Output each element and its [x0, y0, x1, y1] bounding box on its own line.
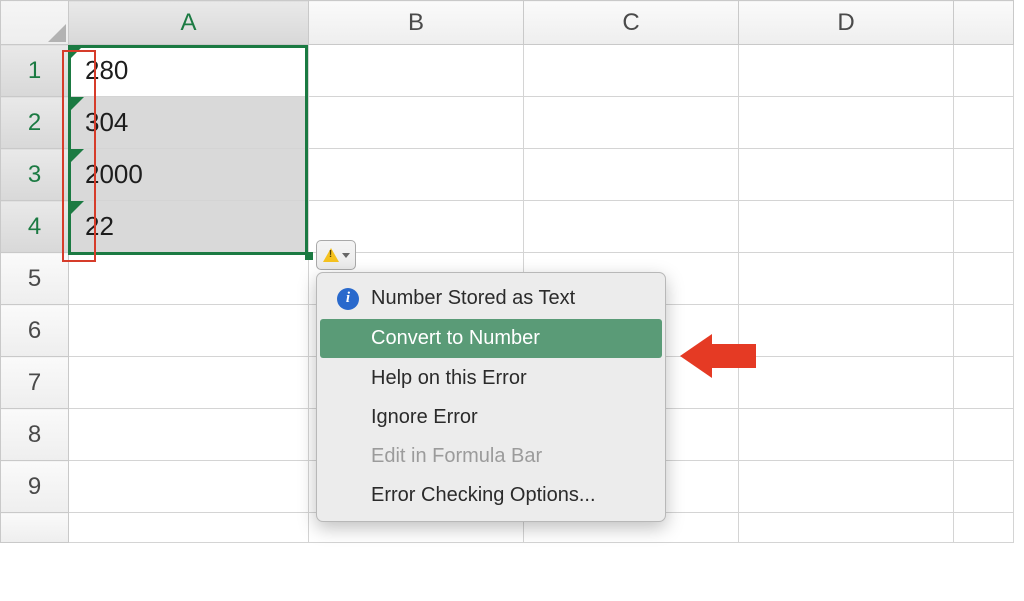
- error-options-menu: i Number Stored as Text Convert to Numbe…: [316, 272, 666, 522]
- cell-value: 304: [85, 107, 128, 137]
- cell-value: 2000: [85, 159, 143, 189]
- cell-d3[interactable]: [739, 149, 954, 201]
- cell-e3[interactable]: [954, 149, 1014, 201]
- row-header-8[interactable]: 8: [1, 409, 69, 461]
- cell-a1[interactable]: 280: [69, 45, 309, 97]
- cell-a8[interactable]: [69, 409, 309, 461]
- cell-value: 280: [85, 55, 128, 85]
- menu-item-label: Edit in Formula Bar: [371, 445, 542, 467]
- menu-header: i Number Stored as Text: [317, 279, 665, 318]
- cell-d2[interactable]: [739, 97, 954, 149]
- row-header-7[interactable]: 7: [1, 357, 69, 409]
- cell-d7[interactable]: [739, 357, 954, 409]
- column-header-e[interactable]: [954, 1, 1014, 45]
- row-header-1[interactable]: 1: [1, 45, 69, 97]
- cell-a3[interactable]: 2000: [69, 149, 309, 201]
- cell-e4[interactable]: [954, 201, 1014, 253]
- cell-b2[interactable]: [309, 97, 524, 149]
- cell-e5[interactable]: [954, 253, 1014, 305]
- chevron-down-icon: [342, 253, 350, 258]
- cell-e9[interactable]: [954, 461, 1014, 513]
- cell-d1[interactable]: [739, 45, 954, 97]
- menu-item-convert-to-number[interactable]: Convert to Number: [320, 319, 662, 358]
- row-header-9[interactable]: 9: [1, 461, 69, 513]
- error-indicator-icon: [69, 149, 84, 164]
- cell-d6[interactable]: [739, 305, 954, 357]
- row-header-5[interactable]: 5: [1, 253, 69, 305]
- menu-item-help-on-error[interactable]: Help on this Error: [317, 359, 665, 398]
- error-options-button[interactable]: [316, 240, 356, 270]
- cell-a7[interactable]: [69, 357, 309, 409]
- cell-c1[interactable]: [524, 45, 739, 97]
- fill-handle[interactable]: [305, 252, 313, 260]
- cell-value: 22: [85, 211, 114, 241]
- menu-item-error-checking-options[interactable]: Error Checking Options...: [317, 476, 665, 515]
- cell-e2[interactable]: [954, 97, 1014, 149]
- cell-b3[interactable]: [309, 149, 524, 201]
- cell-e7[interactable]: [954, 357, 1014, 409]
- column-header-b[interactable]: B: [309, 1, 524, 45]
- menu-item-ignore-error[interactable]: Ignore Error: [317, 398, 665, 437]
- warning-icon: [323, 248, 339, 262]
- menu-header-label: Number Stored as Text: [371, 287, 575, 309]
- menu-item-label: Ignore Error: [371, 406, 478, 428]
- menu-item-label: Convert to Number: [371, 327, 540, 349]
- error-indicator-icon: [69, 97, 84, 112]
- cell-a5[interactable]: [69, 253, 309, 305]
- cell-d8[interactable]: [739, 409, 954, 461]
- cell-a9[interactable]: [69, 461, 309, 513]
- cell-d5[interactable]: [739, 253, 954, 305]
- cell-c4[interactable]: [524, 201, 739, 253]
- cell-d9[interactable]: [739, 461, 954, 513]
- cell-a6[interactable]: [69, 305, 309, 357]
- row-header-4[interactable]: 4: [1, 201, 69, 253]
- cell-a10[interactable]: [69, 513, 309, 543]
- row-header-3[interactable]: 3: [1, 149, 69, 201]
- error-indicator-icon: [69, 201, 84, 216]
- cell-c2[interactable]: [524, 97, 739, 149]
- row-header-2[interactable]: 2: [1, 97, 69, 149]
- column-header-c[interactable]: C: [524, 1, 739, 45]
- cell-e8[interactable]: [954, 409, 1014, 461]
- row-header-10[interactable]: [1, 513, 69, 543]
- cell-b1[interactable]: [309, 45, 524, 97]
- menu-item-edit-formula-bar: Edit in Formula Bar: [317, 437, 665, 476]
- info-icon: i: [337, 288, 359, 310]
- menu-item-label: Error Checking Options...: [371, 484, 596, 506]
- cell-a2[interactable]: 304: [69, 97, 309, 149]
- cell-e6[interactable]: [954, 305, 1014, 357]
- column-header-a[interactable]: A: [69, 1, 309, 45]
- cell-d10[interactable]: [739, 513, 954, 543]
- cell-c3[interactable]: [524, 149, 739, 201]
- column-header-d[interactable]: D: [739, 1, 954, 45]
- cell-e1[interactable]: [954, 45, 1014, 97]
- error-indicator-icon: [69, 45, 84, 60]
- cell-d4[interactable]: [739, 201, 954, 253]
- select-all-corner[interactable]: [1, 1, 69, 45]
- menu-item-label: Help on this Error: [371, 367, 527, 389]
- cell-a4[interactable]: 22: [69, 201, 309, 253]
- cell-e10[interactable]: [954, 513, 1014, 543]
- row-header-6[interactable]: 6: [1, 305, 69, 357]
